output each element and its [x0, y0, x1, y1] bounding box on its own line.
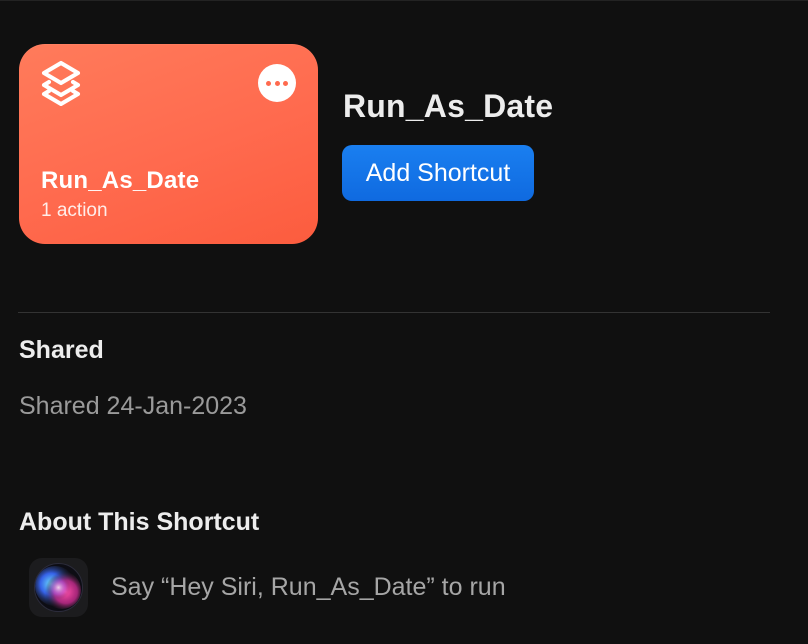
shortcut-card[interactable]: Run_As_Date 1 action: [19, 44, 318, 244]
add-shortcut-button[interactable]: Add Shortcut: [342, 145, 534, 201]
siri-icon: [29, 558, 88, 617]
shortcuts-layers-icon: [41, 60, 81, 106]
shared-heading: Shared: [19, 336, 104, 364]
siri-row: Say “Hey Siri, Run_As_Date” to run: [29, 558, 506, 617]
more-ellipsis-dot: [282, 80, 288, 86]
about-heading: About This Shortcut: [19, 508, 260, 536]
card-title: Run_As_Date: [41, 167, 200, 194]
top-border: [0, 0, 808, 1]
more-ellipsis-dot: [274, 80, 280, 86]
page-title: Run_As_Date: [343, 88, 554, 124]
card-action-count: 1 action: [41, 200, 108, 221]
divider: [18, 312, 770, 313]
siri-phrase: Say “Hey Siri, Run_As_Date” to run: [111, 573, 506, 601]
siri-orb: [34, 563, 83, 612]
more-options-button[interactable]: [258, 64, 296, 102]
shortcut-detail-page: Run_As_Date 1 action Run_As_Date Add Sho…: [0, 0, 808, 644]
more-ellipsis-icon: [266, 80, 272, 86]
shared-date: Shared 24-Jan-2023: [19, 392, 247, 420]
